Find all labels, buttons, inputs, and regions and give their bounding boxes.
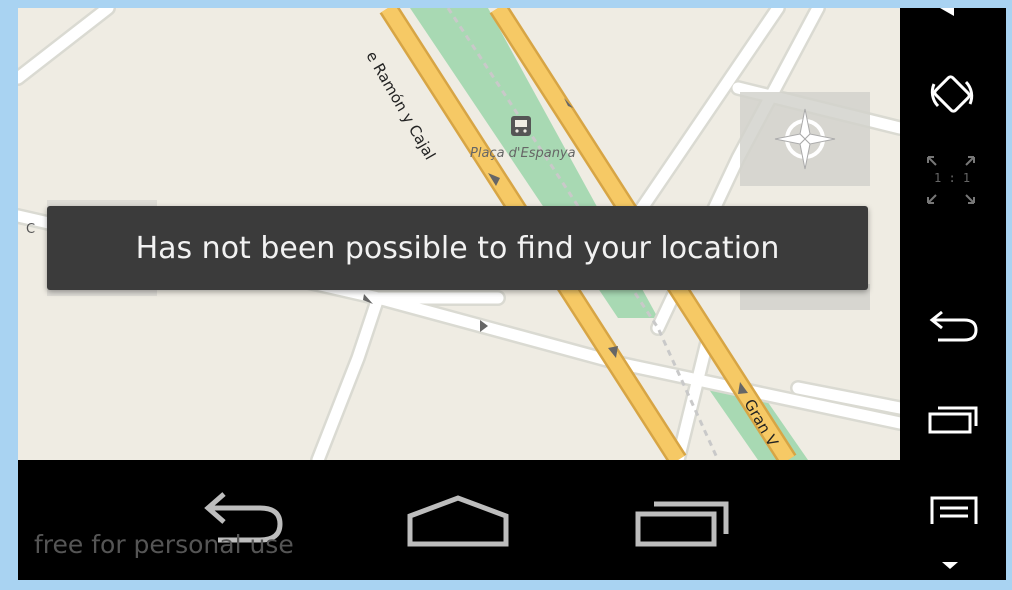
rotate-screen-button[interactable]: [924, 66, 980, 122]
recent-apps-icon: [928, 406, 978, 434]
compass-icon: [774, 108, 836, 170]
recent-apps-icon: [635, 501, 729, 547]
chevron-up-icon: [940, 8, 954, 16]
scale-label: 1 : 1: [934, 171, 971, 185]
bottom-indicator: [938, 558, 962, 572]
chevron-down-icon: [942, 562, 958, 569]
side-nav-bar: 1 : 1: [900, 8, 1006, 580]
compass-button[interactable]: [740, 92, 870, 186]
rotate-screen-icon: [930, 75, 974, 113]
watermark-text: free for personal use: [34, 530, 294, 559]
toast-message: Has not been possible to find your locat…: [47, 206, 868, 290]
toast-text: Has not been possible to find your locat…: [135, 230, 780, 266]
menu-icon: [930, 496, 978, 524]
top-indicator: [932, 8, 962, 20]
recent-apps-button[interactable]: [630, 494, 740, 554]
side-back-button[interactable]: [924, 308, 984, 348]
side-recent-apps-button[interactable]: [924, 400, 984, 440]
street-label-left: C: [26, 222, 36, 237]
device-screen: Plaça d'Espanya e Ramón y Cajal Gran V C…: [0, 0, 1012, 590]
station-label: Plaça d'Espanya: [470, 146, 576, 161]
metro-station-icon[interactable]: [511, 116, 531, 136]
home-icon: [407, 495, 509, 547]
home-button[interactable]: [403, 492, 513, 552]
side-menu-button[interactable]: [924, 490, 984, 530]
scale-button[interactable]: 1 : 1: [926, 155, 976, 205]
bottom-nav-bar: [18, 460, 900, 580]
back-icon: [929, 310, 978, 342]
